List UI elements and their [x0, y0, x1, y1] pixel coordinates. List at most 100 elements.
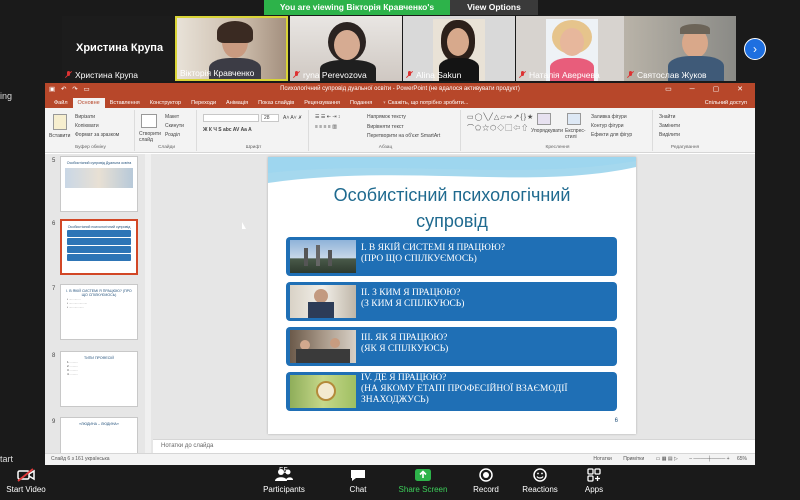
tab-insert[interactable]: Вставлення [105, 98, 145, 108]
participants-button[interactable]: 55 Participants [258, 466, 310, 494]
thumb-number: 6 [52, 221, 56, 227]
font-size-box[interactable]: 28 [261, 114, 279, 122]
participants-icon: 55 [258, 466, 310, 482]
start-video-label: Start Video [6, 485, 46, 494]
next-participants-button[interactable]: › [744, 38, 766, 60]
arrange-icon[interactable] [537, 113, 551, 125]
slide-row: I. В ЯКІЙ СИСТЕМІ Я ПРАЦЮЮ? (ПРО ЩО СПІЛ… [286, 237, 617, 276]
status-right: Нотатки Примітки ▭ ▦ ▤ ▷ – ────┼──── + 6… [593, 454, 747, 465]
row-text: IV. ДЕ Я ПРАЦЮЮ? (НА ЯКОМУ ЕТАПІ ПРОФЕСІ… [361, 373, 568, 405]
align-buttons[interactable]: ≡ ≡ ≡ ≡ ▥ [315, 124, 337, 130]
find-button[interactable]: Знайти [659, 114, 675, 120]
share-screen-button[interactable]: Share Screen [396, 468, 450, 494]
format-painter-button[interactable]: Формат за зразком [75, 132, 119, 138]
start-video-button[interactable]: Start Video [2, 468, 50, 494]
muted-mic-icon [65, 71, 72, 78]
list-buttons[interactable]: ☰ ☰ ⇤ ⇥ ↕ [315, 114, 340, 120]
tab-design[interactable]: Конструктор [145, 98, 186, 108]
notes-pane[interactable]: Нотатки до слайда [153, 439, 755, 453]
select-button[interactable]: Виділити [659, 132, 680, 138]
current-slide[interactable]: Особистісний психологічний супровід I. В… [268, 157, 636, 434]
layout-button[interactable]: Макет [165, 114, 179, 120]
muted-mic-icon [293, 71, 300, 78]
slide-thumbnail[interactable]: ТИПИ ПРОФЕСІЙ 1. ......... 2. ......... 3.… [60, 351, 138, 407]
slide-thumbnails-pane: 5 Особистісний супровід Дуальна освіта 6… [45, 154, 145, 465]
text-direction-button[interactable]: Напрямок тексту [367, 114, 406, 120]
slide-thumbnail[interactable]: Особистісний супровід Дуальна освіта [60, 156, 138, 212]
paste-icon[interactable] [53, 114, 67, 130]
view-options-button[interactable]: View Options [450, 0, 538, 15]
smartart-button[interactable]: Перетворити на об'єкт SmartArt [367, 133, 440, 139]
replace-button[interactable]: Замінити [659, 123, 680, 129]
shapes-gallery[interactable]: ▭◯╲╱△▱⇨↗{}★ [467, 113, 534, 121]
shape-effects-button[interactable]: Ефекти для фігур [591, 132, 632, 138]
chat-label: Chat [349, 485, 367, 494]
reactions-button[interactable]: Reactions [518, 468, 562, 494]
slide-thumbnail[interactable]: I. В ЯКІЙ СИСТЕМІ Я ПРАЦЮЮ? (ПРО ЩО СПІЛ… [60, 284, 138, 340]
window-controls[interactable]: ▭ ─ ▢ ✕ [665, 83, 751, 96]
left-edge-label: tart [0, 454, 14, 464]
chat-button[interactable]: Chat [338, 468, 378, 494]
shape-fill-button[interactable]: Заливка фігури [591, 114, 627, 120]
shape-outline-button[interactable]: Контур фігури [591, 123, 623, 129]
new-slide-button[interactable]: Створити слайд [139, 131, 163, 143]
arrange-button[interactable]: Упорядкувати [531, 128, 563, 134]
thumbnails-scrollbar[interactable] [145, 154, 151, 453]
tab-review[interactable]: Рецензування [299, 98, 345, 108]
participant-name: Христина Крупа [75, 70, 138, 80]
ppt-title-bar: ▣ ↶ ↷ ▭ Психологічний супровід дуальної … [45, 83, 755, 96]
font-name-box[interactable] [203, 114, 259, 122]
font-style-buttons[interactable]: Ж К Ч S abc AV Aa A [203, 127, 252, 133]
tab-file[interactable]: Файл [49, 98, 73, 108]
participant-tile[interactable]: Святослав Жуков [624, 16, 736, 81]
shapes-gallery-row2[interactable]: ⌒⬠☆⬡◇▢⇦⇧ [467, 123, 529, 133]
apps-label: Apps [584, 485, 604, 494]
quick-styles-icon[interactable] [567, 113, 581, 125]
slide-thumbnail-selected[interactable]: Особистісний психологічний супровід [60, 219, 138, 275]
participants-count: 55 [279, 466, 288, 475]
apps-button[interactable]: Apps [578, 468, 610, 494]
record-icon [466, 468, 506, 482]
reset-button[interactable]: Скинути [165, 123, 184, 129]
copy-button[interactable]: Копіювати [75, 123, 99, 129]
notes-toggle[interactable]: Нотатки [593, 456, 611, 462]
paste-button[interactable]: Вставити [49, 133, 70, 139]
participant-tile-active-speaker[interactable]: Вікторія Кравченко [175, 16, 288, 81]
tab-view[interactable]: Подання [345, 98, 377, 108]
quick-styles-button[interactable]: Експрес-стилі [565, 128, 589, 140]
share-button[interactable]: Спільний доступ [700, 98, 755, 108]
muted-mic-icon [627, 71, 634, 78]
participant-tile[interactable]: Христина Крупа Христина Крупа [62, 16, 174, 81]
view-buttons[interactable]: ▭ ▦ ▤ ▷ [656, 456, 678, 462]
align-text-button[interactable]: Вирівняти текст [367, 124, 404, 130]
smiley-icon [518, 468, 562, 482]
tab-animations[interactable]: Анімація [221, 98, 253, 108]
font-grow-shrink-icons[interactable]: A˄ A˅ ✗ [283, 115, 302, 121]
participant-tile[interactable]: Наталія Аверчева [516, 16, 628, 81]
thumb-number: 9 [52, 419, 56, 425]
zoom-level: 65% [736, 456, 747, 462]
tab-home[interactable]: Основне [72, 98, 105, 108]
section-button[interactable]: Розділ [165, 132, 180, 138]
shared-powerpoint-window: ▣ ↶ ↷ ▭ Психологічний супровід дуальної … [45, 83, 755, 465]
zoom-slider[interactable]: – ────┼──── + [689, 456, 729, 462]
slide-title-line2: супровід [416, 211, 488, 231]
quick-access-icons[interactable]: ▣ ↶ ↷ ▭ [49, 83, 92, 96]
chat-icon [338, 468, 378, 482]
participant-tile[interactable]: ryna Perevozova [290, 16, 402, 81]
new-slide-icon[interactable] [141, 114, 157, 128]
tab-transitions[interactable]: Переходи [186, 98, 221, 108]
clipboard-group: Вставити Вирізати Копіювати Формат за зр… [47, 110, 135, 151]
participant-tile[interactable]: Alina Sakun [403, 16, 515, 81]
cut-button[interactable]: Вирізати [75, 114, 95, 120]
comments-toggle[interactable]: Примітки [623, 456, 644, 462]
muted-mic-icon [406, 71, 413, 78]
tell-me-box[interactable]: ♀ Скажіть, що потрібно зробити... [377, 98, 473, 108]
drawing-group: ▭◯╲╱△▱⇨↗{}★ ⌒⬠☆⬡◇▢⇦⇧ Упорядкувати Експре… [463, 110, 653, 151]
group-label: Слайди [157, 145, 176, 150]
thumb-title: Особистісний супровід Дуальна освіта [66, 161, 132, 165]
participant-name: Наталія Аверчева [529, 70, 600, 80]
row-text: III. ЯК Я ПРАЦЮЮ? (ЯК Я СПІЛКУЮСЬ) [361, 333, 449, 354]
tab-slideshow[interactable]: Показ слайдів [253, 98, 299, 108]
record-button[interactable]: Record [466, 468, 506, 494]
